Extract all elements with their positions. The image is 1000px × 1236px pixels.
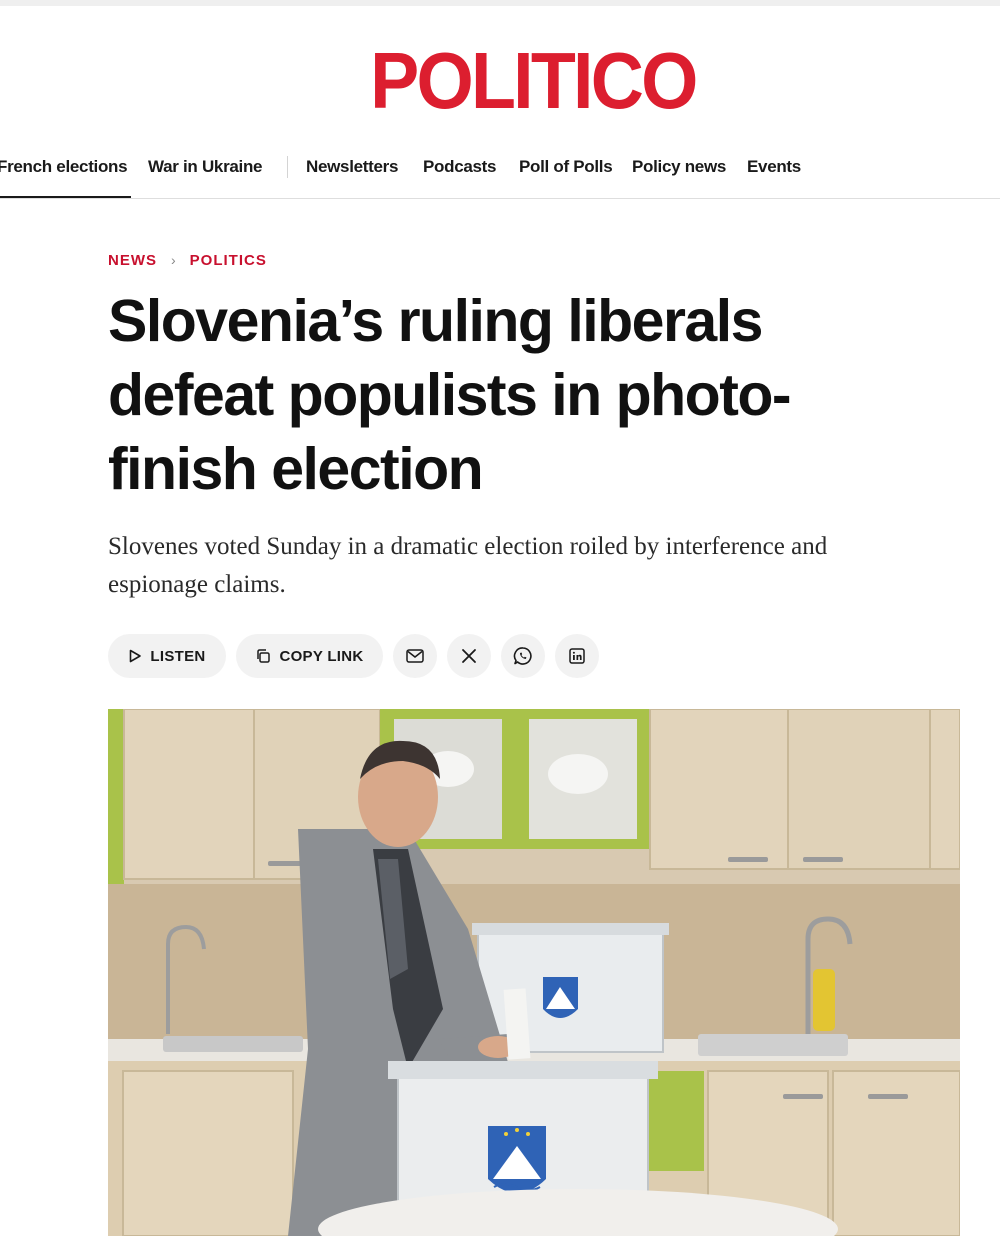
top-strip xyxy=(0,0,1000,6)
listen-label: LISTEN xyxy=(150,647,206,665)
whatsapp-icon xyxy=(513,646,533,666)
share-whatsapp-button[interactable] xyxy=(501,634,545,678)
nav-item-events[interactable]: Events xyxy=(747,146,801,188)
breadcrumb-news[interactable]: NEWS xyxy=(108,252,157,269)
article-headline: Slovenia’s ruling liberals defeat populi… xyxy=(108,288,792,502)
nav-item-war-in-ukraine[interactable]: War in Ukraine xyxy=(148,146,263,188)
nav-divider xyxy=(287,156,288,178)
breadcrumb: NEWS › POLITICS xyxy=(108,249,267,271)
share-linkedin-button[interactable] xyxy=(555,634,599,678)
linkedin-icon xyxy=(569,648,585,664)
x-icon xyxy=(461,648,477,664)
nav-item-newsletters[interactable]: Newsletters xyxy=(306,146,398,188)
listen-button[interactable]: LISTEN xyxy=(108,634,226,678)
play-icon xyxy=(128,649,142,663)
copy-icon xyxy=(255,648,271,664)
chevron-right-icon: › xyxy=(171,252,176,268)
nav-item-podcasts[interactable]: Podcasts xyxy=(423,146,496,188)
article-dek: Slovenes voted Sunday in a dramatic elec… xyxy=(108,533,828,598)
breadcrumb-politics[interactable]: POLITICS xyxy=(190,252,267,269)
logo-text: POLITICO xyxy=(370,36,698,125)
nav-item-poll-of-polls[interactable]: Poll of Polls xyxy=(519,146,613,188)
email-icon xyxy=(406,649,424,663)
copy-link-button[interactable]: COPY LINK xyxy=(236,634,383,678)
copy-link-label: COPY LINK xyxy=(279,647,364,665)
share-x-button[interactable] xyxy=(447,634,491,678)
nav-item-french-elections[interactable]: French elections xyxy=(0,146,132,198)
nav-item-policy-news[interactable]: Policy news xyxy=(632,146,726,188)
article-hero-image xyxy=(108,709,960,1236)
site-logo[interactable]: POLITICO xyxy=(0,36,1000,126)
share-email-button[interactable] xyxy=(393,634,437,678)
main-nav: French elections War in Ukraine Newslett… xyxy=(0,146,1000,199)
